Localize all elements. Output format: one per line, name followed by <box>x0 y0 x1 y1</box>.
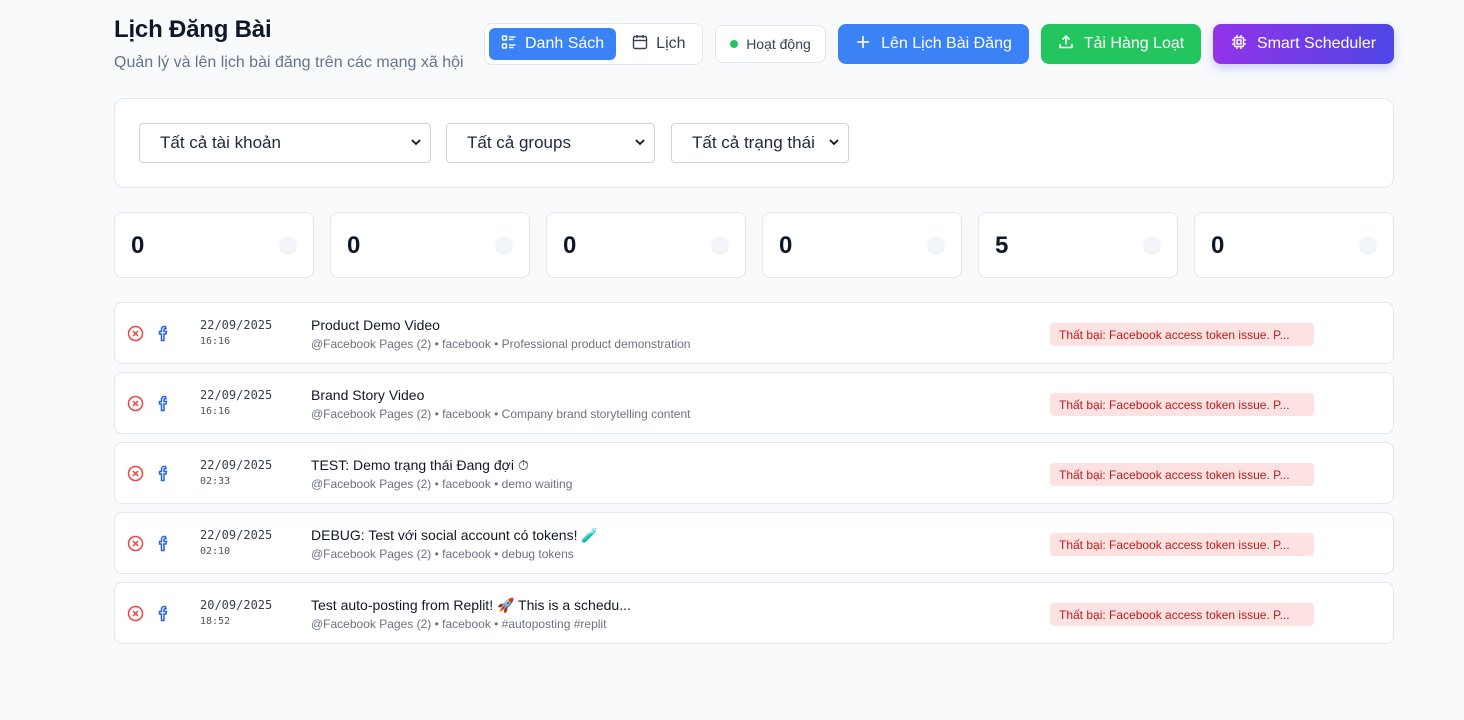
stat-card: 0 <box>546 212 746 278</box>
post-meta: @Facebook Pages (2) • facebook • debug t… <box>311 547 574 561</box>
page-title: Lịch Đăng Bài <box>114 16 272 43</box>
stat-value: 0 <box>131 232 145 259</box>
post-title: Brand Story Video <box>311 387 424 403</box>
post-row[interactable]: 20/09/2025 18:52 Test auto-posting from … <box>114 582 1394 644</box>
status-badge: Hoạt động <box>715 25 826 63</box>
post-row[interactable]: 22/09/2025 02:10 DEBUG: Test với social … <box>114 512 1394 574</box>
status-filter-select[interactable]: Tất cả trạng thái <box>671 123 849 163</box>
post-date: 22/09/2025 <box>200 528 273 542</box>
error-badge: Thất bại: Facebook access token issue. P… <box>1050 393 1314 416</box>
post-date: 22/09/2025 <box>200 318 273 332</box>
error-badge: Thất bại: Facebook access token issue. P… <box>1050 323 1314 346</box>
post-time: 02:10 <box>200 546 231 557</box>
plus-icon <box>855 34 871 55</box>
account-filter-value: Tất cả tài khoản <box>160 133 281 152</box>
chevron-down-icon <box>410 133 422 153</box>
schedule-post-label: Lên Lịch Bài Đăng <box>881 35 1012 52</box>
post-row[interactable]: 22/09/2025 16:16 Product Demo Video @Fac… <box>114 302 1394 364</box>
facebook-icon <box>156 534 170 552</box>
smart-scheduler-label: Smart Scheduler <box>1256 35 1377 52</box>
post-title-text: Product Demo Video <box>311 317 440 333</box>
stat-icon <box>927 237 945 255</box>
post-meta: @Facebook Pages (2) • facebook • Company… <box>311 407 691 421</box>
list-view-button[interactable]: Danh Sách <box>489 28 617 60</box>
post-title-text: TEST: Demo trạng thái Đang đợi <box>311 457 514 473</box>
upload-icon <box>1058 34 1074 55</box>
filters-card: Tất cả tài khoản Tất cả groups Tất cả tr… <box>114 98 1394 188</box>
calendar-icon <box>632 34 648 55</box>
post-title-text: Test auto-posting from Replit! 🚀 This is… <box>311 597 631 613</box>
list-icon <box>501 34 517 55</box>
stat-card: 0 <box>330 212 530 278</box>
group-filter-value: Tất cả groups <box>467 133 571 152</box>
stat-card: 0 <box>114 212 314 278</box>
stat-icon <box>495 237 513 255</box>
stat-icon <box>711 237 729 255</box>
scheduler-page: Lịch Đăng Bài Quản lý và lên lịch bài đă… <box>114 0 1394 644</box>
page-subtitle: Quản lý và lên lịch bài đăng trên các mạ… <box>114 54 464 71</box>
schedule-post-button[interactable]: Lên Lịch Bài Đăng <box>838 24 1029 64</box>
list-view-label: Danh Sách <box>525 35 605 52</box>
chevron-down-icon <box>828 133 840 153</box>
chevron-down-icon <box>634 133 646 153</box>
status-label: Hoạt động <box>746 36 811 52</box>
stat-value: 5 <box>995 232 1009 259</box>
post-time: 18:52 <box>200 616 231 627</box>
post-meta: @Facebook Pages (2) • facebook • #autopo… <box>311 617 607 631</box>
bulk-upload-label: Tải Hàng Loạt <box>1083 35 1185 52</box>
calendar-view-button[interactable]: Lịch <box>620 28 697 60</box>
post-title: DEBUG: Test với social account có tokens… <box>311 527 599 544</box>
facebook-icon <box>156 324 170 342</box>
group-filter-select[interactable]: Tất cả groups <box>446 123 655 163</box>
error-badge: Thất bại: Facebook access token issue. P… <box>1050 463 1314 486</box>
calendar-view-label: Lịch <box>656 35 686 52</box>
x-circle-icon <box>127 465 144 482</box>
post-row[interactable]: 22/09/2025 02:33 TEST: Demo trạng thái Đ… <box>114 442 1394 504</box>
post-row[interactable]: 22/09/2025 16:16 Brand Story Video @Face… <box>114 372 1394 434</box>
status-filter-value: Tất cả trạng thái <box>692 133 815 152</box>
post-time: 16:16 <box>200 336 231 347</box>
account-filter-select[interactable]: Tất cả tài khoản <box>139 123 431 163</box>
error-badge: Thất bại: Facebook access token issue. P… <box>1050 533 1314 556</box>
bulk-upload-button[interactable]: Tải Hàng Loạt <box>1041 24 1201 64</box>
smart-scheduler-button[interactable]: Smart Scheduler <box>1213 24 1394 64</box>
stat-value: 0 <box>779 232 793 259</box>
title-block: Lịch Đăng Bài Quản lý và lên lịch bài đă… <box>114 16 464 72</box>
post-meta: @Facebook Pages (2) • facebook • Profess… <box>311 337 691 351</box>
post-time: 16:16 <box>200 406 231 417</box>
status-dot-icon <box>730 40 739 48</box>
post-title: Test auto-posting from Replit! 🚀 This is… <box>311 597 631 614</box>
post-title: Product Demo Video <box>311 317 440 333</box>
stat-value: 0 <box>1211 232 1225 259</box>
post-title: TEST: Demo trạng thái Đang đợi ⏱ <box>311 457 529 474</box>
stat-card: 0 <box>762 212 962 278</box>
view-toggle: Danh Sách Lịch <box>484 23 703 65</box>
stat-icon <box>1359 237 1377 255</box>
x-circle-icon <box>127 325 144 342</box>
stat-card: 0 <box>1194 212 1394 278</box>
stat-value: 0 <box>347 232 361 259</box>
facebook-icon <box>156 394 170 412</box>
post-title-text: DEBUG: Test với social account có tokens… <box>311 527 578 543</box>
post-title-text: Brand Story Video <box>311 387 425 403</box>
x-circle-icon <box>127 535 144 552</box>
stat-icon <box>279 237 297 255</box>
timer-icon: ⏱ <box>517 458 529 474</box>
facebook-icon <box>156 604 170 622</box>
post-date: 20/09/2025 <box>200 598 273 612</box>
cpu-icon <box>1231 34 1247 55</box>
stat-value: 0 <box>563 232 577 259</box>
post-meta: @Facebook Pages (2) • facebook • demo wa… <box>311 477 573 491</box>
x-circle-icon <box>127 395 144 412</box>
test-tube-icon: 🧪 <box>581 528 599 544</box>
error-badge: Thất bại: Facebook access token issue. P… <box>1050 603 1314 626</box>
stat-card: 5 <box>978 212 1178 278</box>
x-circle-icon <box>127 605 144 622</box>
post-date: 22/09/2025 <box>200 388 273 402</box>
stat-icon <box>1143 237 1161 255</box>
post-time: 02:33 <box>200 476 231 487</box>
post-date: 22/09/2025 <box>200 458 273 472</box>
facebook-icon <box>156 464 170 482</box>
page-header: Lịch Đăng Bài Quản lý và lên lịch bài đă… <box>114 0 1394 98</box>
